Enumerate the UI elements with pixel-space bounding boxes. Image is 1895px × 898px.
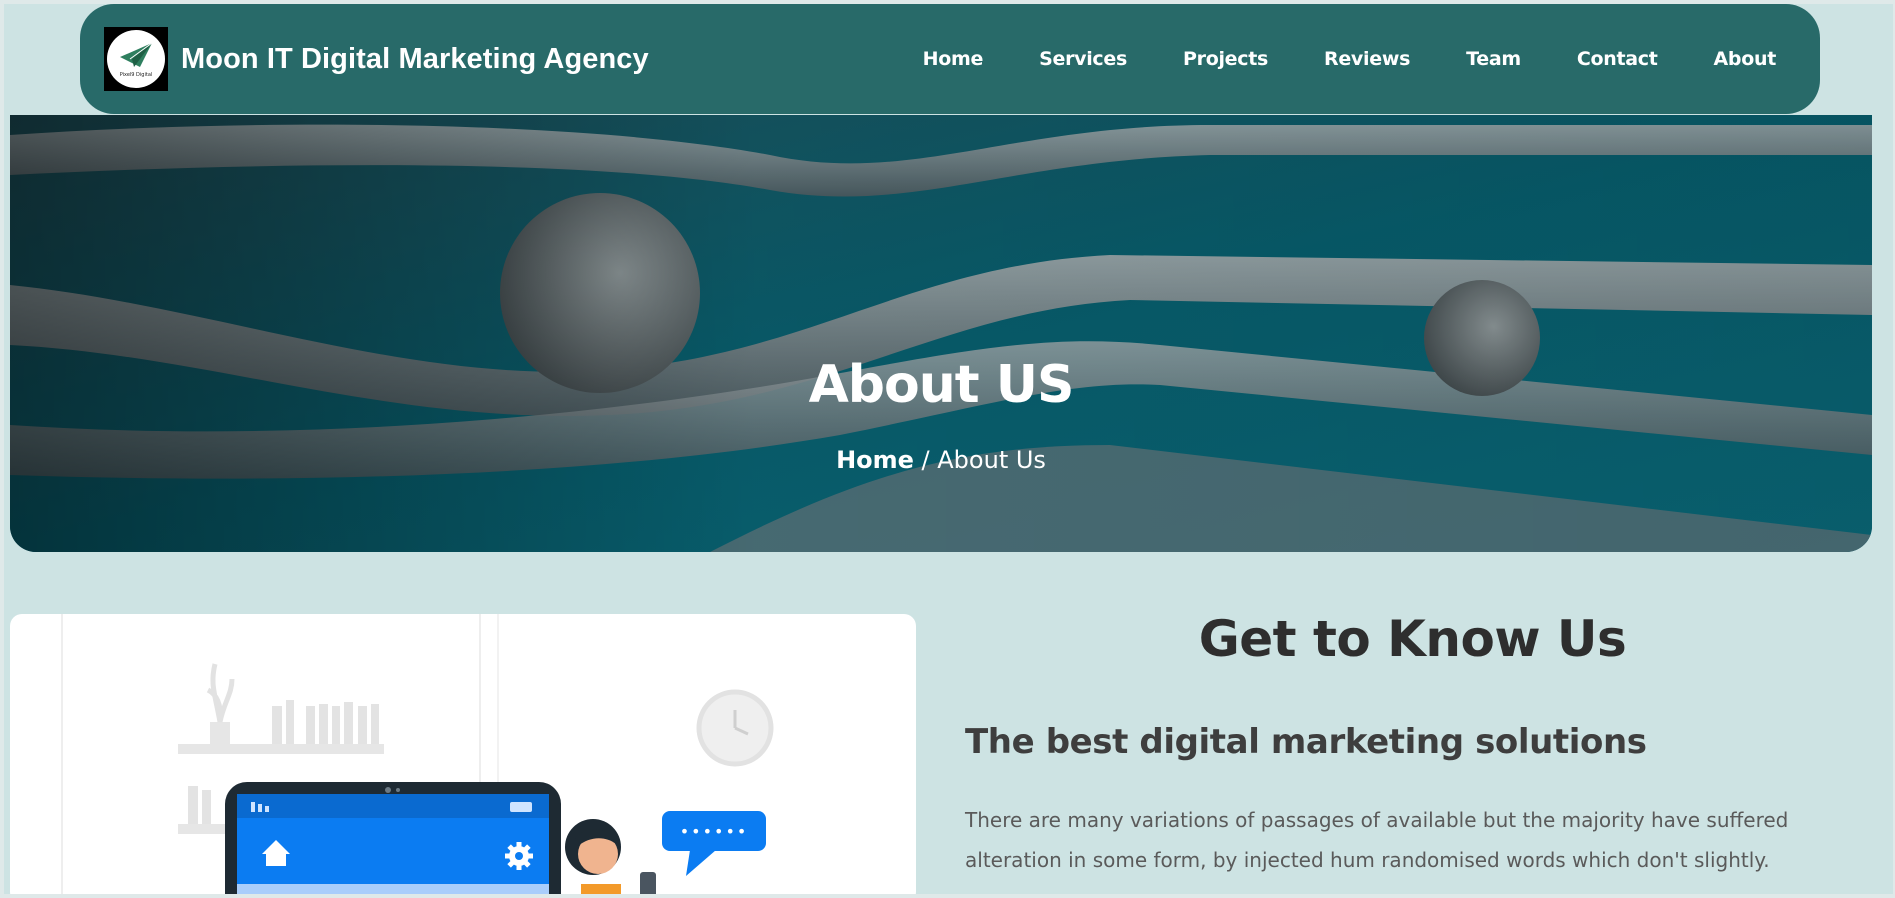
nav-team[interactable]: Team: [1466, 48, 1521, 70]
nav-about[interactable]: About: [1714, 48, 1777, 70]
main-nav: Home Services Projects Reviews Team Cont…: [923, 48, 1777, 70]
navbar: Pixel9 Digital Moon IT Digital Marketing…: [80, 4, 1820, 114]
breadcrumb-current: About Us: [937, 446, 1046, 474]
nav-projects[interactable]: Projects: [1183, 48, 1268, 70]
gear-icon: [505, 842, 533, 870]
brand-name[interactable]: Moon IT Digital Marketing Agency: [181, 43, 649, 76]
breadcrumb-home-link[interactable]: Home: [836, 446, 914, 474]
brand-logo[interactable]: Pixel9 Digital: [104, 27, 168, 91]
nav-home[interactable]: Home: [923, 48, 984, 70]
about-subheading: The best digital marketing solutions: [965, 722, 1647, 762]
breadcrumb: Home / About Us: [10, 446, 1872, 474]
about-illustration: ••••••: [61, 614, 774, 898]
about-heading: Get to Know Us: [1198, 610, 1627, 668]
about-section: Get to Know Us The best digital marketin…: [965, 610, 1865, 880]
chat-bubble-text: ••••••: [680, 822, 749, 841]
nav-reviews[interactable]: Reviews: [1324, 48, 1410, 70]
nav-contact[interactable]: Contact: [1577, 48, 1658, 70]
logo-caption: Pixel9 Digital: [119, 71, 153, 78]
chat-bubble-icon: ••••••: [662, 811, 766, 876]
nav-services[interactable]: Services: [1039, 48, 1127, 70]
breadcrumb-separator: /: [913, 446, 938, 474]
about-body-text: There are many variations of passages of…: [965, 808, 1789, 872]
page-title: About US: [808, 355, 1075, 415]
about-illustration-card: ••••••: [10, 614, 916, 898]
hero-background-image: [10, 115, 1872, 552]
paper-plane-logo-icon: Pixel9 Digital: [107, 30, 165, 88]
hero-banner: About US Home / About Us: [10, 115, 1872, 552]
